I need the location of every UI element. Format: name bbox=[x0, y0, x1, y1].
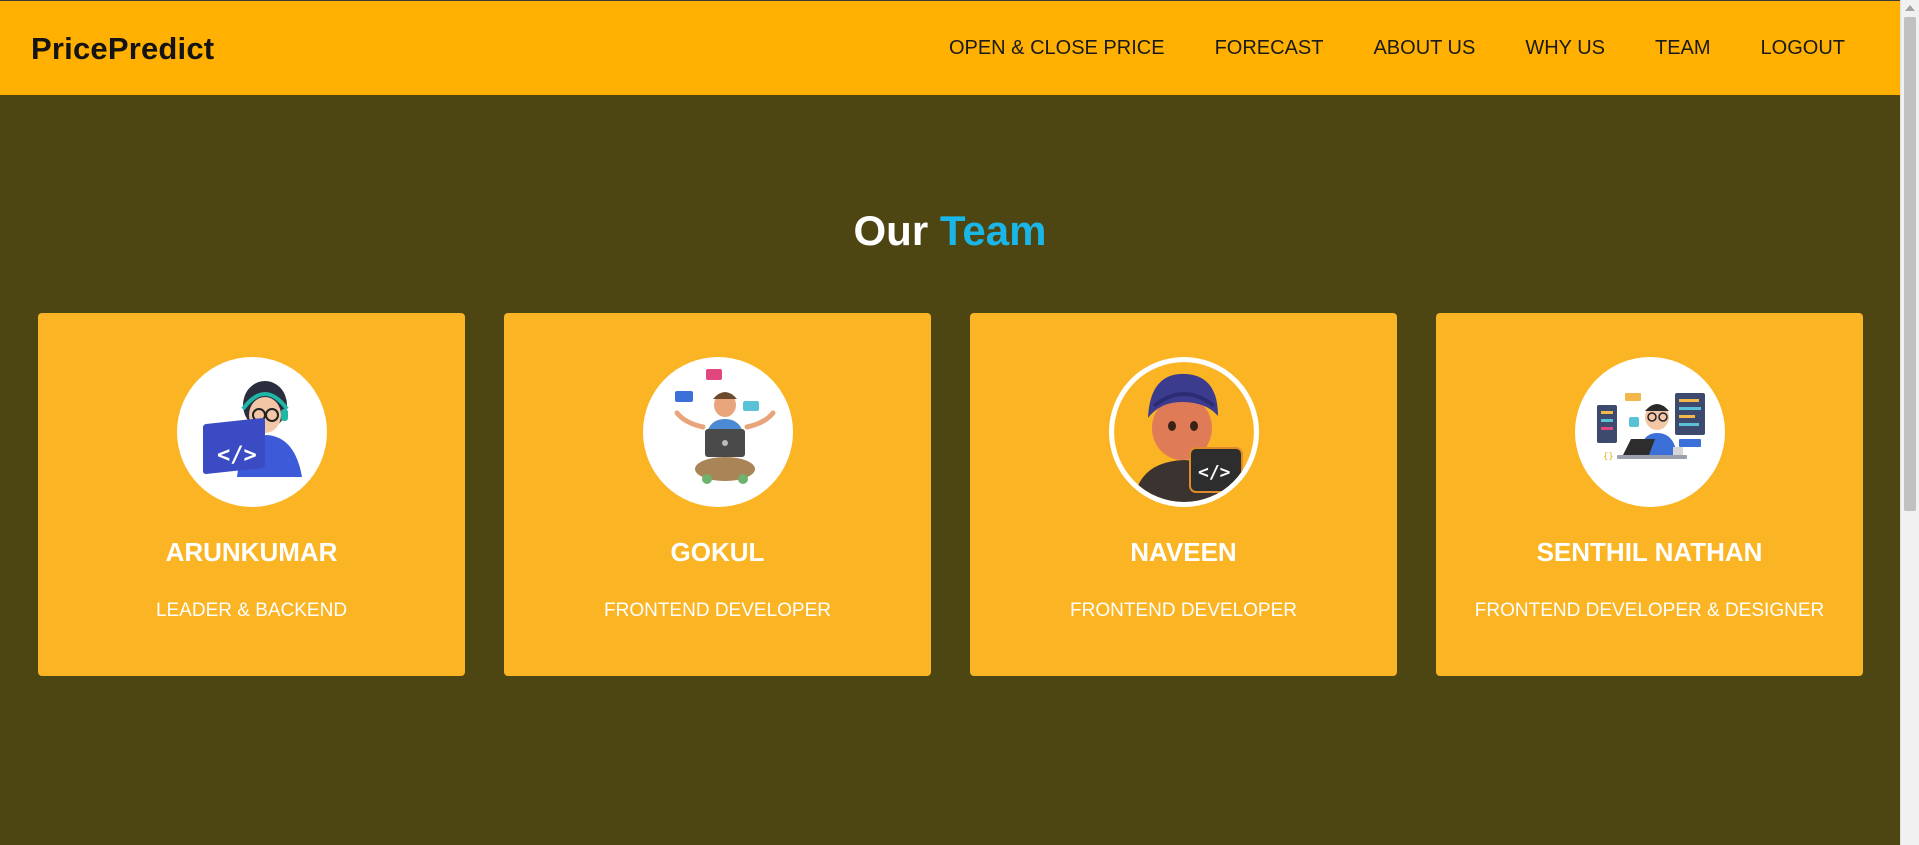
svg-text:</>: </> bbox=[1198, 462, 1231, 483]
team-cards: </> ARUNKUMAR LEADER & BACKEND GOKUL FRO… bbox=[38, 313, 1863, 676]
team-card: </> ARUNKUMAR LEADER & BACKEND bbox=[38, 313, 465, 676]
nav-logout[interactable]: LOGOUT bbox=[1761, 37, 1845, 60]
section-title-part1: Our bbox=[853, 207, 929, 254]
svg-text:{}: {} bbox=[1603, 452, 1614, 462]
team-card: GOKUL FRONTEND DEVELOPER bbox=[504, 313, 931, 676]
member-role: FRONTEND DEVELOPER bbox=[604, 600, 831, 621]
member-name: SENTHIL NATHAN bbox=[1536, 537, 1763, 567]
member-role: FRONTEND DEVELOPER bbox=[1070, 600, 1297, 621]
navbar: PricePredict OPEN & CLOSE PRICE FORECAST… bbox=[0, 0, 1900, 95]
developer-meditating-avatar-icon bbox=[642, 357, 793, 507]
nav-links: OPEN & CLOSE PRICE FORECAST ABOUT US WHY… bbox=[899, 37, 1845, 60]
svg-text:</>: </> bbox=[217, 443, 257, 468]
section-title-accent: Team bbox=[939, 207, 1047, 254]
section-title: Our Team bbox=[0, 207, 1900, 255]
brand-logo[interactable]: PricePredict bbox=[31, 31, 214, 67]
nav-why-us[interactable]: WHY US bbox=[1525, 37, 1605, 60]
developer-desk-avatar-icon: {} bbox=[1574, 357, 1725, 507]
developer-laptop-avatar-icon: </> bbox=[176, 357, 327, 507]
scroll-thumb[interactable] bbox=[1904, 17, 1916, 511]
nav-forecast[interactable]: FORECAST bbox=[1215, 37, 1324, 60]
nav-about-us[interactable]: ABOUT US bbox=[1373, 37, 1475, 60]
member-name: NAVEEN bbox=[1130, 537, 1237, 567]
member-name: GOKUL bbox=[670, 537, 765, 567]
nav-team[interactable]: TEAM bbox=[1655, 37, 1711, 60]
member-role: FRONTEND DEVELOPER & DESIGNER bbox=[1474, 600, 1825, 621]
developer-turban-avatar-icon: </> bbox=[1108, 357, 1259, 507]
nav-open-close-price[interactable]: OPEN & CLOSE PRICE bbox=[949, 37, 1165, 60]
team-card: </> NAVEEN FRONTEND DEVELOPER bbox=[970, 313, 1397, 676]
scroll-up-arrow-icon[interactable] bbox=[1905, 5, 1915, 11]
member-role: LEADER & BACKEND bbox=[155, 600, 348, 621]
member-name: ARUNKUMAR bbox=[165, 537, 338, 567]
scrollbar[interactable] bbox=[1900, 0, 1919, 845]
team-card: {} SENTHIL NATHAN FRONTEND DEVELOPER & D… bbox=[1436, 313, 1863, 676]
